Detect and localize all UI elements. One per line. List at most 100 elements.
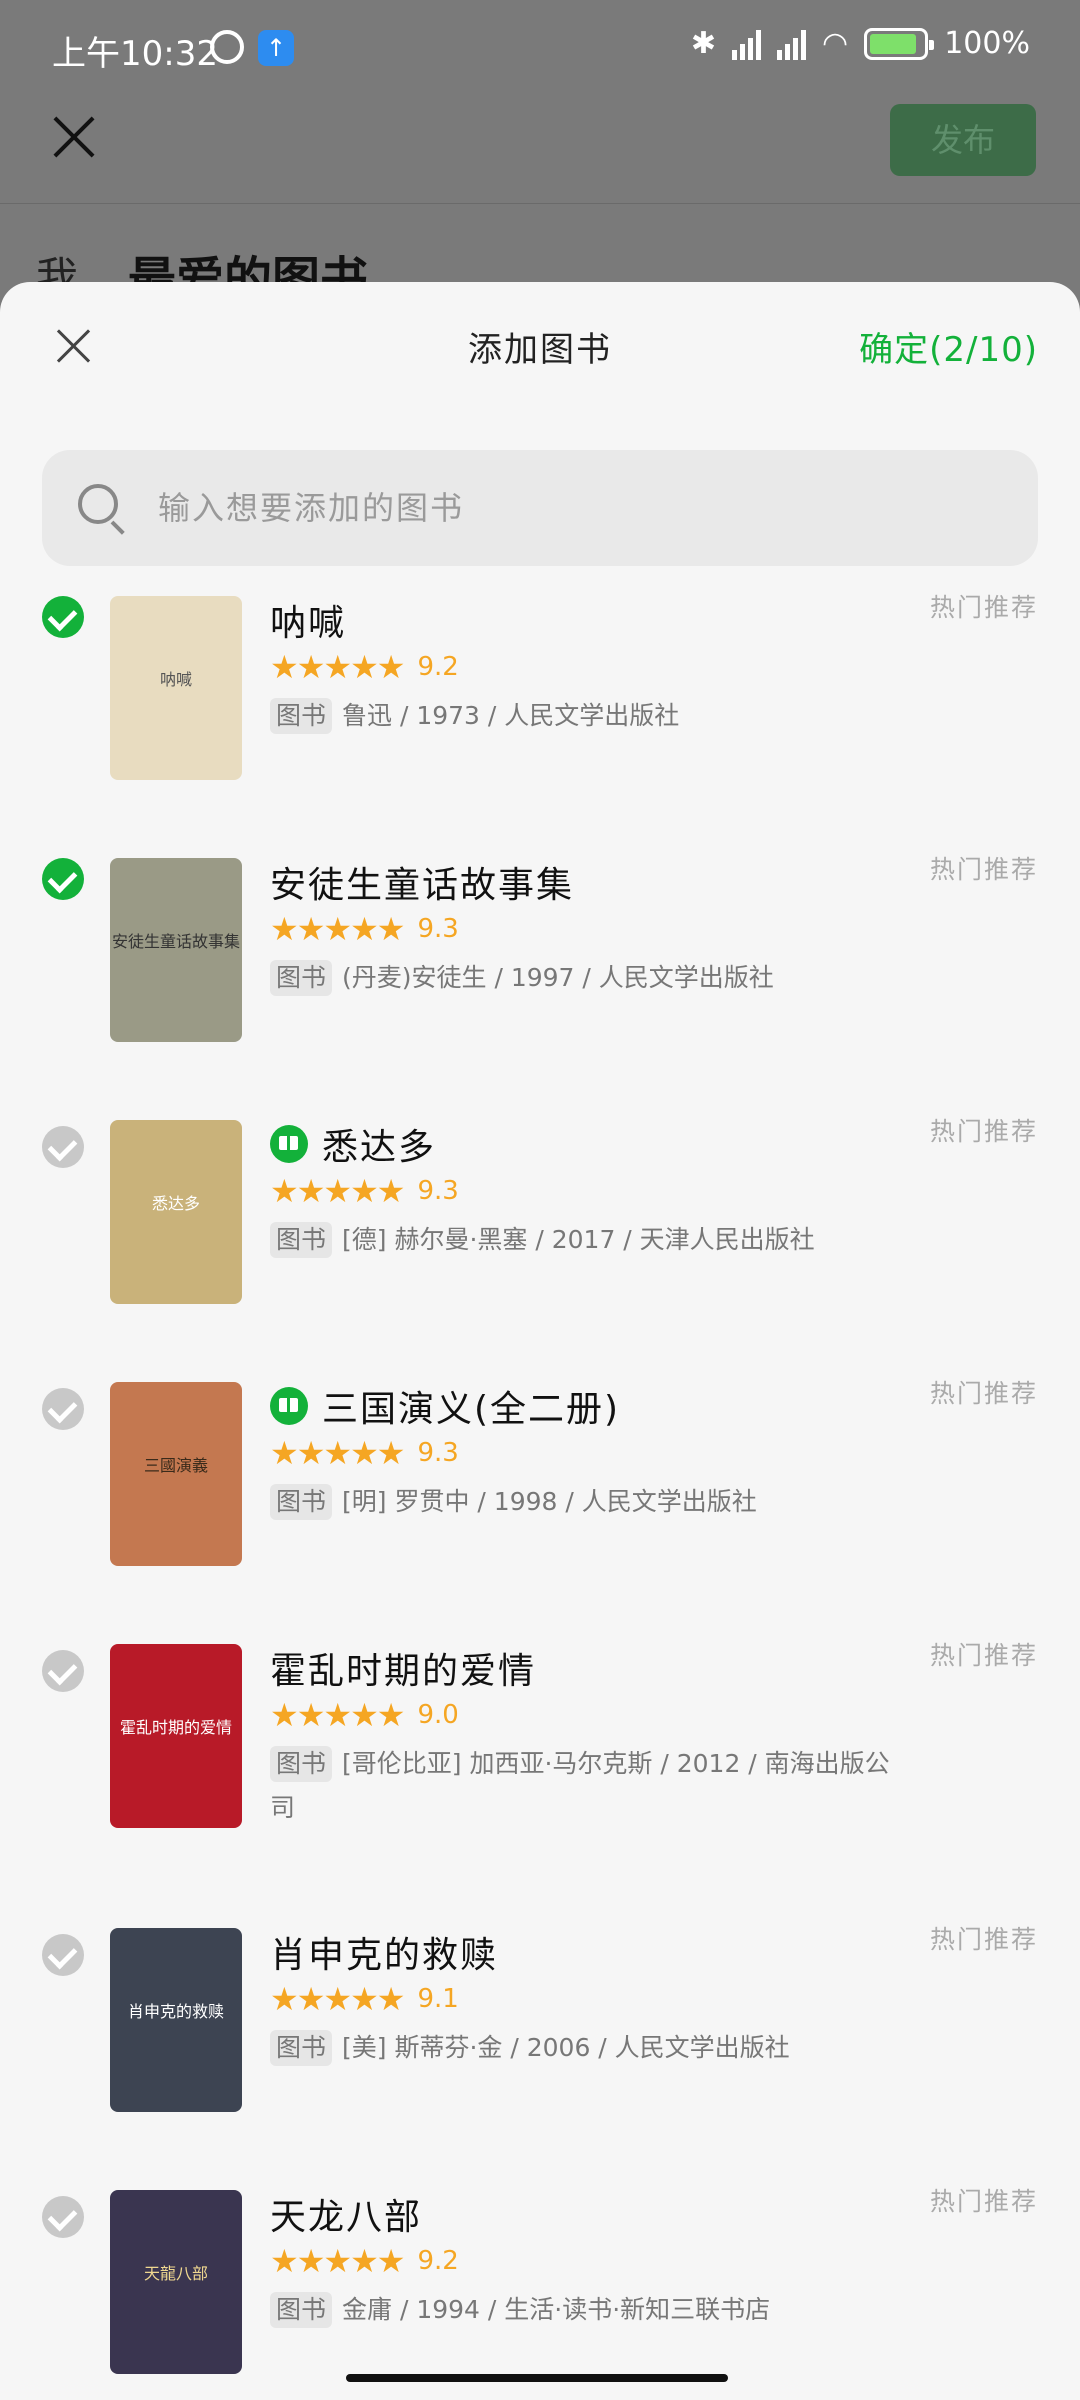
- rating-value: 9.2: [417, 2246, 459, 2276]
- book-meta: 图书 [美] 斯蒂芬·金 / 2006 / 人民文学出版社: [270, 2026, 890, 2070]
- book-cover: 安徒生童话故事集: [110, 858, 242, 1042]
- book-meta-text: [美] 斯蒂芬·金 / 2006 / 人民文学出版社: [342, 2033, 790, 2062]
- home-indicator[interactable]: [346, 2374, 728, 2382]
- category-tag: 图书: [270, 1222, 333, 1258]
- publish-button: 发布: [890, 104, 1036, 176]
- search-icon: [78, 484, 126, 535]
- battery-percent: 100%: [944, 26, 1030, 61]
- rating-row: ★★★★★ 9.0: [270, 1696, 459, 1734]
- book-title: 安徒生童话故事集: [270, 865, 575, 906]
- book-title: 天龙八部: [270, 2197, 423, 2238]
- rating-value: 9.2: [417, 652, 459, 682]
- book-meta: 图书 [德] 赫尔曼·黑塞 / 2017 / 天津人民出版社: [270, 1218, 890, 1262]
- star-rating-icon: ★★★★★: [270, 1696, 405, 1734]
- book-cover-text: 霍乱时期的爱情: [119, 1718, 232, 1737]
- book-title: 呐喊: [270, 603, 347, 644]
- hot-badge: 热门推荐: [929, 1925, 1038, 1954]
- hot-badge: 热门推荐: [929, 593, 1038, 622]
- rating-value: 9.3: [417, 1176, 459, 1206]
- hot-badge: 热门推荐: [929, 1117, 1038, 1146]
- signal-icon-2: [777, 28, 807, 60]
- search-input[interactable]: [158, 478, 998, 538]
- signal-icon: [732, 28, 762, 60]
- rating-value: 9.1: [417, 1984, 459, 2014]
- book-cover-text: 肖申克的救赎: [127, 2002, 224, 2021]
- book-title: 霍乱时期的爱情: [270, 1651, 537, 1692]
- category-tag: 图书: [270, 960, 333, 996]
- search-bar[interactable]: [42, 450, 1038, 566]
- book-meta-text: 金庸 / 1994 / 生活·读书·新知三联书店: [342, 2295, 771, 2324]
- book-cover: 三國演義: [110, 1382, 242, 1566]
- rating-row: ★★★★★ 9.2: [270, 2242, 459, 2280]
- star-rating-icon: ★★★★★: [270, 1434, 405, 1472]
- unchecked-icon[interactable]: [42, 1650, 84, 1692]
- status-right: ✱ ◠ 100%: [691, 26, 1030, 61]
- star-rating-icon: ★★★★★: [270, 1980, 405, 2018]
- category-tag: 图书: [270, 698, 333, 734]
- category-tag: 图书: [270, 1484, 333, 1520]
- wifi-icon: ◠: [822, 26, 849, 61]
- unchecked-icon[interactable]: [42, 1388, 84, 1430]
- book-meta-text: [明] 罗贯中 / 1998 / 人民文学出版社: [342, 1487, 757, 1516]
- book-title: 肖申克的救赎: [270, 1935, 499, 1976]
- battery-icon: [864, 27, 935, 60]
- book-cover-text: 三國演義: [143, 1456, 208, 1475]
- book-cover: 呐喊: [110, 596, 242, 780]
- book-title-row: 安徒生童话故事集: [270, 856, 574, 908]
- book-title-row: 三国演义(全二册): [270, 1380, 620, 1432]
- book-cover-text: 悉达多: [151, 1194, 200, 1213]
- rating-value: 9.0: [417, 1700, 459, 1730]
- star-rating-icon: ★★★★★: [270, 910, 405, 948]
- checked-icon[interactable]: [42, 858, 84, 900]
- unchecked-icon[interactable]: [42, 2196, 84, 2238]
- book-meta-text: [德] 赫尔曼·黑塞 / 2017 / 天津人民出版社: [342, 1225, 815, 1254]
- bluetooth-icon: ✱: [690, 26, 717, 61]
- rating-row: ★★★★★ 9.2: [270, 648, 459, 686]
- upload-notification-icon: ↑: [258, 30, 294, 66]
- star-rating-icon: ★★★★★: [270, 2242, 405, 2280]
- rating-row: ★★★★★ 9.3: [270, 1434, 459, 1472]
- book-meta: 图书 (丹麦)安徒生 / 1997 / 人民文学出版社: [270, 956, 890, 1000]
- category-tag: 图书: [270, 2030, 333, 2066]
- book-cover: 天龍八部: [110, 2190, 242, 2374]
- book-cover-text: 安徒生童话故事集: [111, 932, 240, 951]
- book-meta: 图书 [哥伦比亚] 加西亚·马尔克斯 / 2012 / 南海出版公司: [270, 1742, 890, 1830]
- book-title-row: 呐喊: [270, 594, 346, 646]
- rating-value: 9.3: [417, 914, 459, 944]
- rating-row: ★★★★★ 9.1: [270, 1980, 459, 2018]
- book-cover-text: 呐喊: [159, 670, 192, 689]
- rating-value: 9.3: [417, 1438, 459, 1468]
- close-icon: [48, 112, 98, 162]
- category-tag: 图书: [270, 1746, 333, 1782]
- book-title-row: 肖申克的救赎: [270, 1926, 498, 1978]
- book-title: 悉达多: [322, 1127, 437, 1168]
- book-title-row: 霍乱时期的爱情: [270, 1642, 536, 1694]
- book-meta: 图书 鲁迅 / 1973 / 人民文学出版社: [270, 694, 890, 738]
- book-cover: 悉达多: [110, 1120, 242, 1304]
- status-bar: 上午10:32 ↑ ✱ ◠ 100%: [0, 0, 1080, 100]
- star-rating-icon: ★★★★★: [270, 1172, 405, 1210]
- read-book-icon: [270, 1387, 308, 1425]
- unchecked-icon[interactable]: [42, 1934, 84, 1976]
- hot-badge: 热门推荐: [929, 1641, 1038, 1670]
- book-title: 三国演义(全二册): [322, 1389, 621, 1430]
- book-meta: 图书 金庸 / 1994 / 生活·读书·新知三联书店: [270, 2288, 890, 2332]
- book-meta: 图书 [明] 罗贯中 / 1998 / 人民文学出版社: [270, 1480, 890, 1524]
- book-meta-text: (丹麦)安徒生 / 1997 / 人民文学出版社: [342, 963, 774, 992]
- book-cover: 霍乱时期的爱情: [110, 1644, 242, 1828]
- unchecked-icon[interactable]: [42, 1126, 84, 1168]
- add-book-sheet: 添加图书 确定(2/10) 呐喊呐喊★★★★★9.2图书鲁迅 / 1973 / …: [0, 282, 1080, 2400]
- book-cover: 肖申克的救赎: [110, 1928, 242, 2112]
- book-meta-text: 鲁迅 / 1973 / 人民文学出版社: [342, 701, 680, 730]
- rating-row: ★★★★★ 9.3: [270, 1172, 459, 1210]
- confirm-button[interactable]: 确定(2/10): [859, 322, 1038, 371]
- book-title-row: 悉达多: [270, 1118, 436, 1170]
- alarm-icon: [210, 30, 244, 64]
- hot-badge: 热门推荐: [929, 2187, 1038, 2216]
- checked-icon[interactable]: [42, 596, 84, 638]
- read-book-icon: [270, 1125, 308, 1163]
- hot-badge: 热门推荐: [929, 855, 1038, 884]
- book-cover-text: 天龍八部: [143, 2264, 208, 2283]
- category-tag: 图书: [270, 2292, 333, 2328]
- book-meta-text: [哥伦比亚] 加西亚·马尔克斯 / 2012 / 南海出版公司: [270, 1749, 890, 1822]
